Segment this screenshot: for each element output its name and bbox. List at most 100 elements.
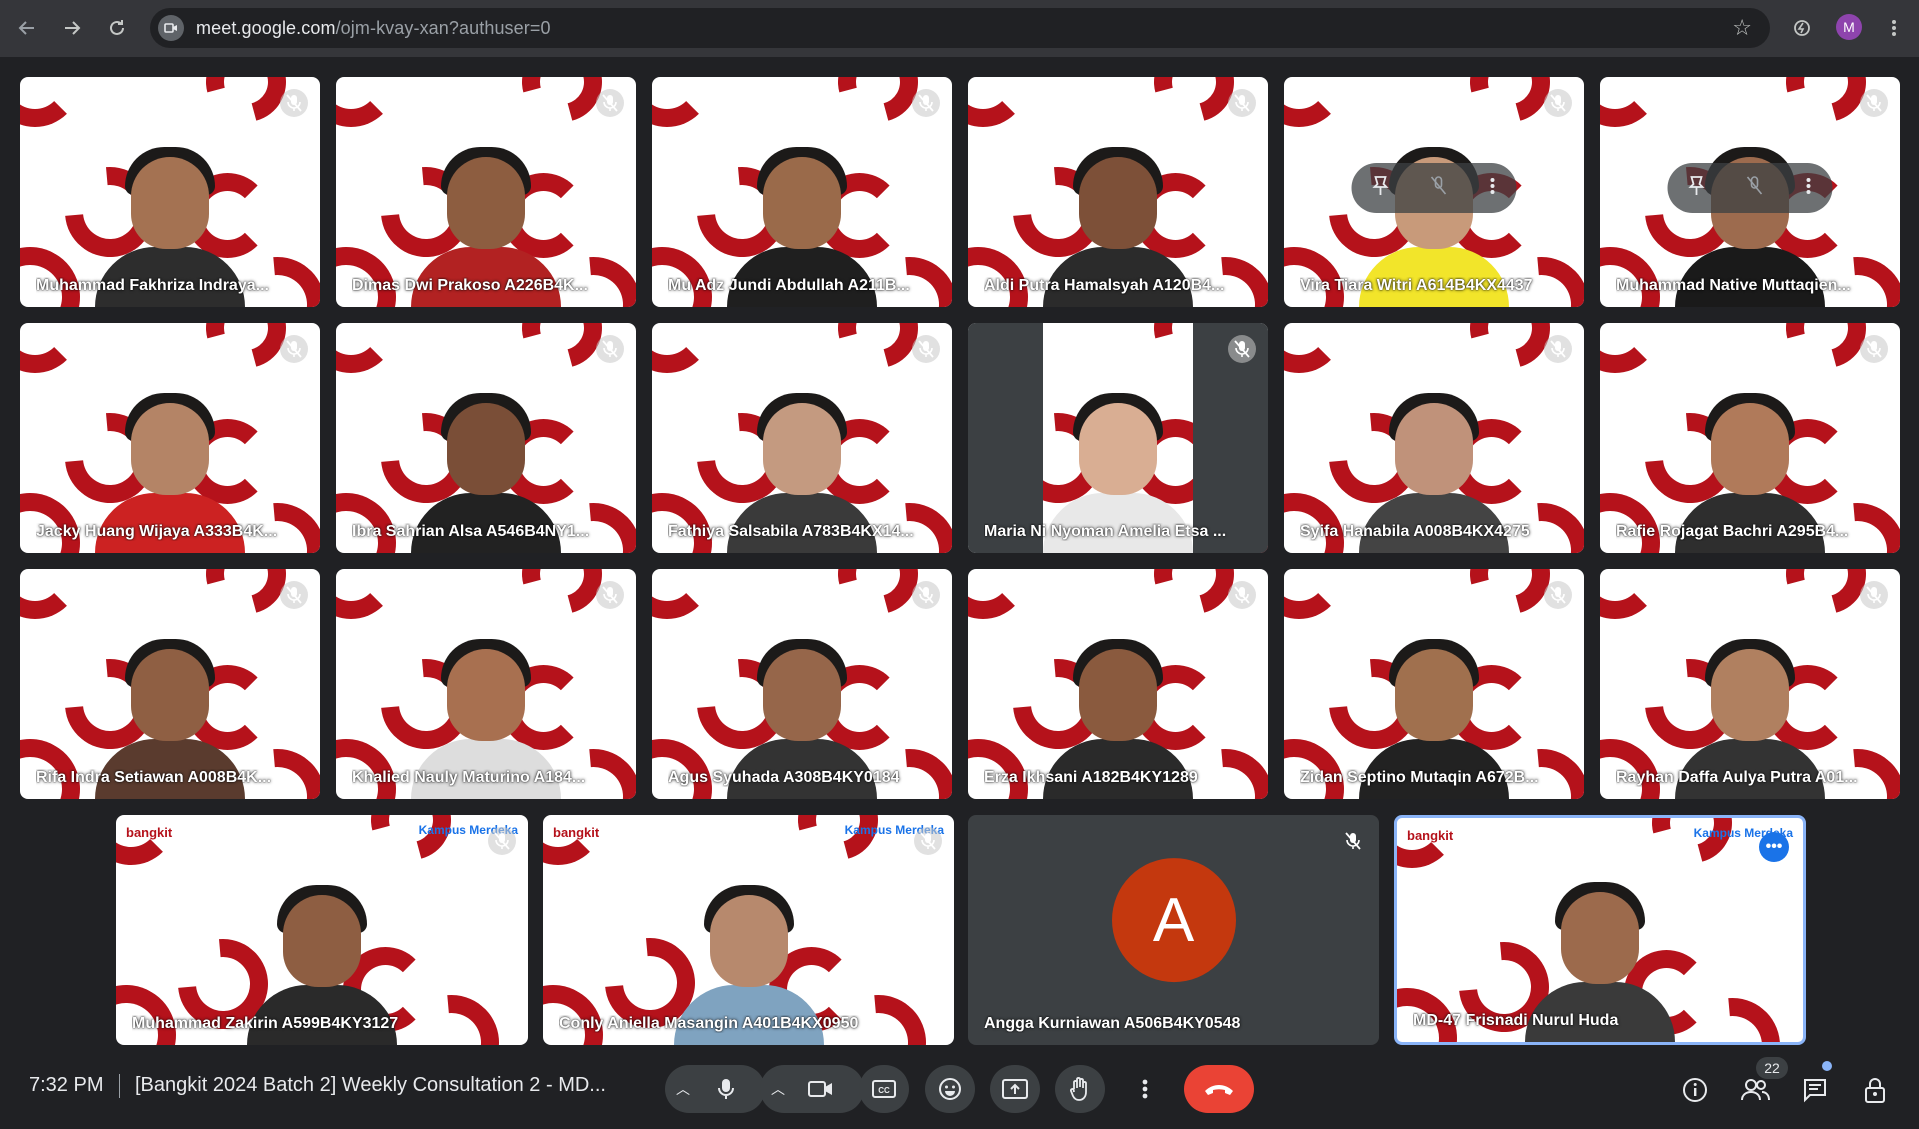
arrow-left-icon [18, 21, 34, 35]
bookmark-star-icon[interactable]: ☆ [1732, 15, 1752, 41]
chat-button[interactable] [1793, 1068, 1837, 1112]
muted-indicator [912, 335, 940, 363]
background-pattern [336, 323, 396, 373]
letterbox-left [968, 323, 1043, 553]
reload-button[interactable] [102, 13, 132, 43]
participant-tile[interactable]: Erza Ikhsani A182B4KY1289 [968, 569, 1268, 799]
participant-tile[interactable]: bangkit Kampus Merdeka Conly Aniella Masan… [543, 815, 954, 1045]
participant-name: Erza Ikhsani A182B4KY1289 [984, 769, 1198, 786]
mic-off-icon [602, 586, 618, 604]
chat-icon [1804, 1079, 1826, 1103]
participant-name: MD-47 Frisnadi Nurul Huda [1413, 1012, 1619, 1029]
participant-tile[interactable]: Khalied Nauly Maturino A184... [336, 569, 636, 799]
mic-off-icon [1234, 94, 1250, 112]
participant-tile[interactable]: Ibra Sahrian Alsa A546B4NY1... [336, 323, 636, 553]
mute-participant-icon[interactable] [1747, 175, 1763, 201]
captions-button[interactable]: CC [859, 1065, 909, 1113]
participant-tile[interactable]: Agus Syuhada A308B4KY0184 [652, 569, 952, 799]
camera-button[interactable] [796, 1065, 846, 1113]
participant-tile[interactable]: Muhammad Native Muttaqien... [1600, 77, 1900, 307]
more-vert-icon [1142, 1079, 1148, 1099]
participant-tile[interactable]: bangkit Kampus Merdeka ••• MD-47 Frisnadi N… [1394, 815, 1806, 1045]
extension-icon[interactable] [1788, 14, 1816, 42]
participant-name: Fathiya Salsabila A783B4KX14... [668, 523, 914, 540]
host-controls-button[interactable] [1853, 1068, 1897, 1112]
participant-tile[interactable]: Rifa Indra Setiawan A008B4K... [20, 569, 320, 799]
background-pattern [968, 77, 1028, 127]
background-pattern [543, 815, 603, 865]
pin-icon[interactable] [1688, 175, 1705, 201]
participant-name: Mu Adz Jundi Abdullah A211B... [668, 277, 910, 294]
participant-tile[interactable]: Rayhan Daffa Aulya Putra A01... [1600, 569, 1900, 799]
background-pattern [336, 569, 396, 619]
participant-tile[interactable]: Vira Tiara Witri A614B4KX4437 [1284, 77, 1584, 307]
tile-more-icon[interactable] [1489, 176, 1495, 201]
address-bar[interactable]: meet.google.com/ojm-kvay-xan?authuser=0 … [150, 8, 1770, 48]
background-pattern [20, 569, 80, 619]
muted-indicator [912, 581, 940, 609]
participant-name: Vira Tiara Witri A614B4KX4437 [1300, 277, 1533, 294]
raise-hand-icon [1070, 1077, 1087, 1101]
participant-tile[interactable]: Zidan Septino Mutaqin A672B... [1284, 569, 1584, 799]
muted-indicator [1228, 581, 1256, 609]
mic-off-icon [918, 94, 934, 112]
meeting-details-button[interactable] [1673, 1068, 1717, 1112]
lock-person-icon [1865, 1078, 1885, 1103]
participant-tile[interactable]: Rafie Rojagat Bachri A295B4... [1600, 323, 1900, 553]
mic-off-icon [286, 586, 302, 604]
mic-control-group: ︿ [665, 1065, 765, 1113]
muted-indicator [1228, 335, 1256, 363]
participant-name: Khalied Nauly Maturino A184... [352, 769, 586, 786]
meet-site-icon [158, 15, 184, 41]
raise-hand-button[interactable] [1055, 1065, 1105, 1113]
participant-avatar: A [1111, 858, 1236, 983]
hang-up-icon [1205, 1085, 1233, 1095]
participant-tile[interactable]: Maria Ni Nyoman Amelia Etsa ... [968, 323, 1268, 553]
brand-logo: bangkit [126, 825, 173, 840]
reactions-button[interactable] [925, 1065, 975, 1113]
muted-indicator [1544, 89, 1572, 117]
camera-options-chevron-icon[interactable]: ︿ [760, 1079, 796, 1099]
participant-tile[interactable]: Muhammad Fakhriza Indraya... [20, 77, 320, 307]
muted-indicator [1544, 581, 1572, 609]
tile-hover-actions [1351, 163, 1517, 213]
microphone-icon [718, 1079, 734, 1099]
forward-button[interactable] [57, 13, 87, 43]
microphone-button[interactable] [701, 1065, 751, 1113]
background-pattern [652, 77, 712, 127]
participant-tile[interactable]: A Angga Kurniawan A506B4KY0548 [968, 815, 1379, 1045]
mic-off-icon [1550, 586, 1566, 604]
back-button[interactable] [12, 13, 42, 43]
participant-tile[interactable]: Aldi Putra Hamalsyah A120B4... [968, 77, 1268, 307]
background-pattern [1600, 77, 1660, 127]
participant-tile[interactable]: bangkit Kampus Merdeka Muhammad Zakirin A5… [116, 815, 528, 1045]
participant-name: Jacky Huang Wijaya A333B4K... [36, 523, 278, 540]
browser-menu-icon[interactable] [1880, 14, 1908, 42]
more-options-badge[interactable]: ••• [1759, 832, 1789, 862]
brand-logo: bangkit [553, 825, 600, 840]
leave-call-button[interactable] [1184, 1065, 1254, 1113]
meeting-controls-bar: 7:32 PM [Bangkit 2024 Batch 2] Weekly Co… [0, 1047, 1919, 1129]
participant-name: Angga Kurniawan A506B4KY0548 [984, 1015, 1241, 1032]
pin-icon[interactable] [1372, 175, 1389, 201]
mic-off-icon [286, 340, 302, 358]
participant-grid: Muhammad Fakhriza Indraya... Dimas Dwi Pr… [0, 57, 1919, 1047]
people-button[interactable] [1733, 1068, 1777, 1112]
background-pattern [1284, 323, 1344, 373]
more-options-button[interactable] [1120, 1065, 1170, 1113]
participant-tile[interactable]: Dimas Dwi Prakoso A226B4K... [336, 77, 636, 307]
muted-indicator [914, 827, 942, 855]
participant-tile[interactable]: Fathiya Salsabila A783B4KX14... [652, 323, 952, 553]
participant-tile[interactable]: Jacky Huang Wijaya A333B4K... [20, 323, 320, 553]
present-screen-button[interactable] [990, 1065, 1040, 1113]
participant-tile[interactable]: Mu Adz Jundi Abdullah A211B... [652, 77, 952, 307]
url-path: /ojm-kvay-xan?authuser=0 [335, 17, 551, 38]
background-pattern [336, 77, 396, 127]
profile-avatar[interactable]: M [1836, 14, 1862, 40]
participant-tile[interactable]: Syifa Hanabila A008B4KX4275 [1284, 323, 1584, 553]
mic-options-chevron-icon[interactable]: ︿ [665, 1079, 701, 1099]
muted-indicator [280, 89, 308, 117]
tile-more-icon[interactable] [1805, 176, 1811, 201]
mute-participant-icon[interactable] [1431, 175, 1447, 201]
muted-indicator [596, 89, 624, 117]
